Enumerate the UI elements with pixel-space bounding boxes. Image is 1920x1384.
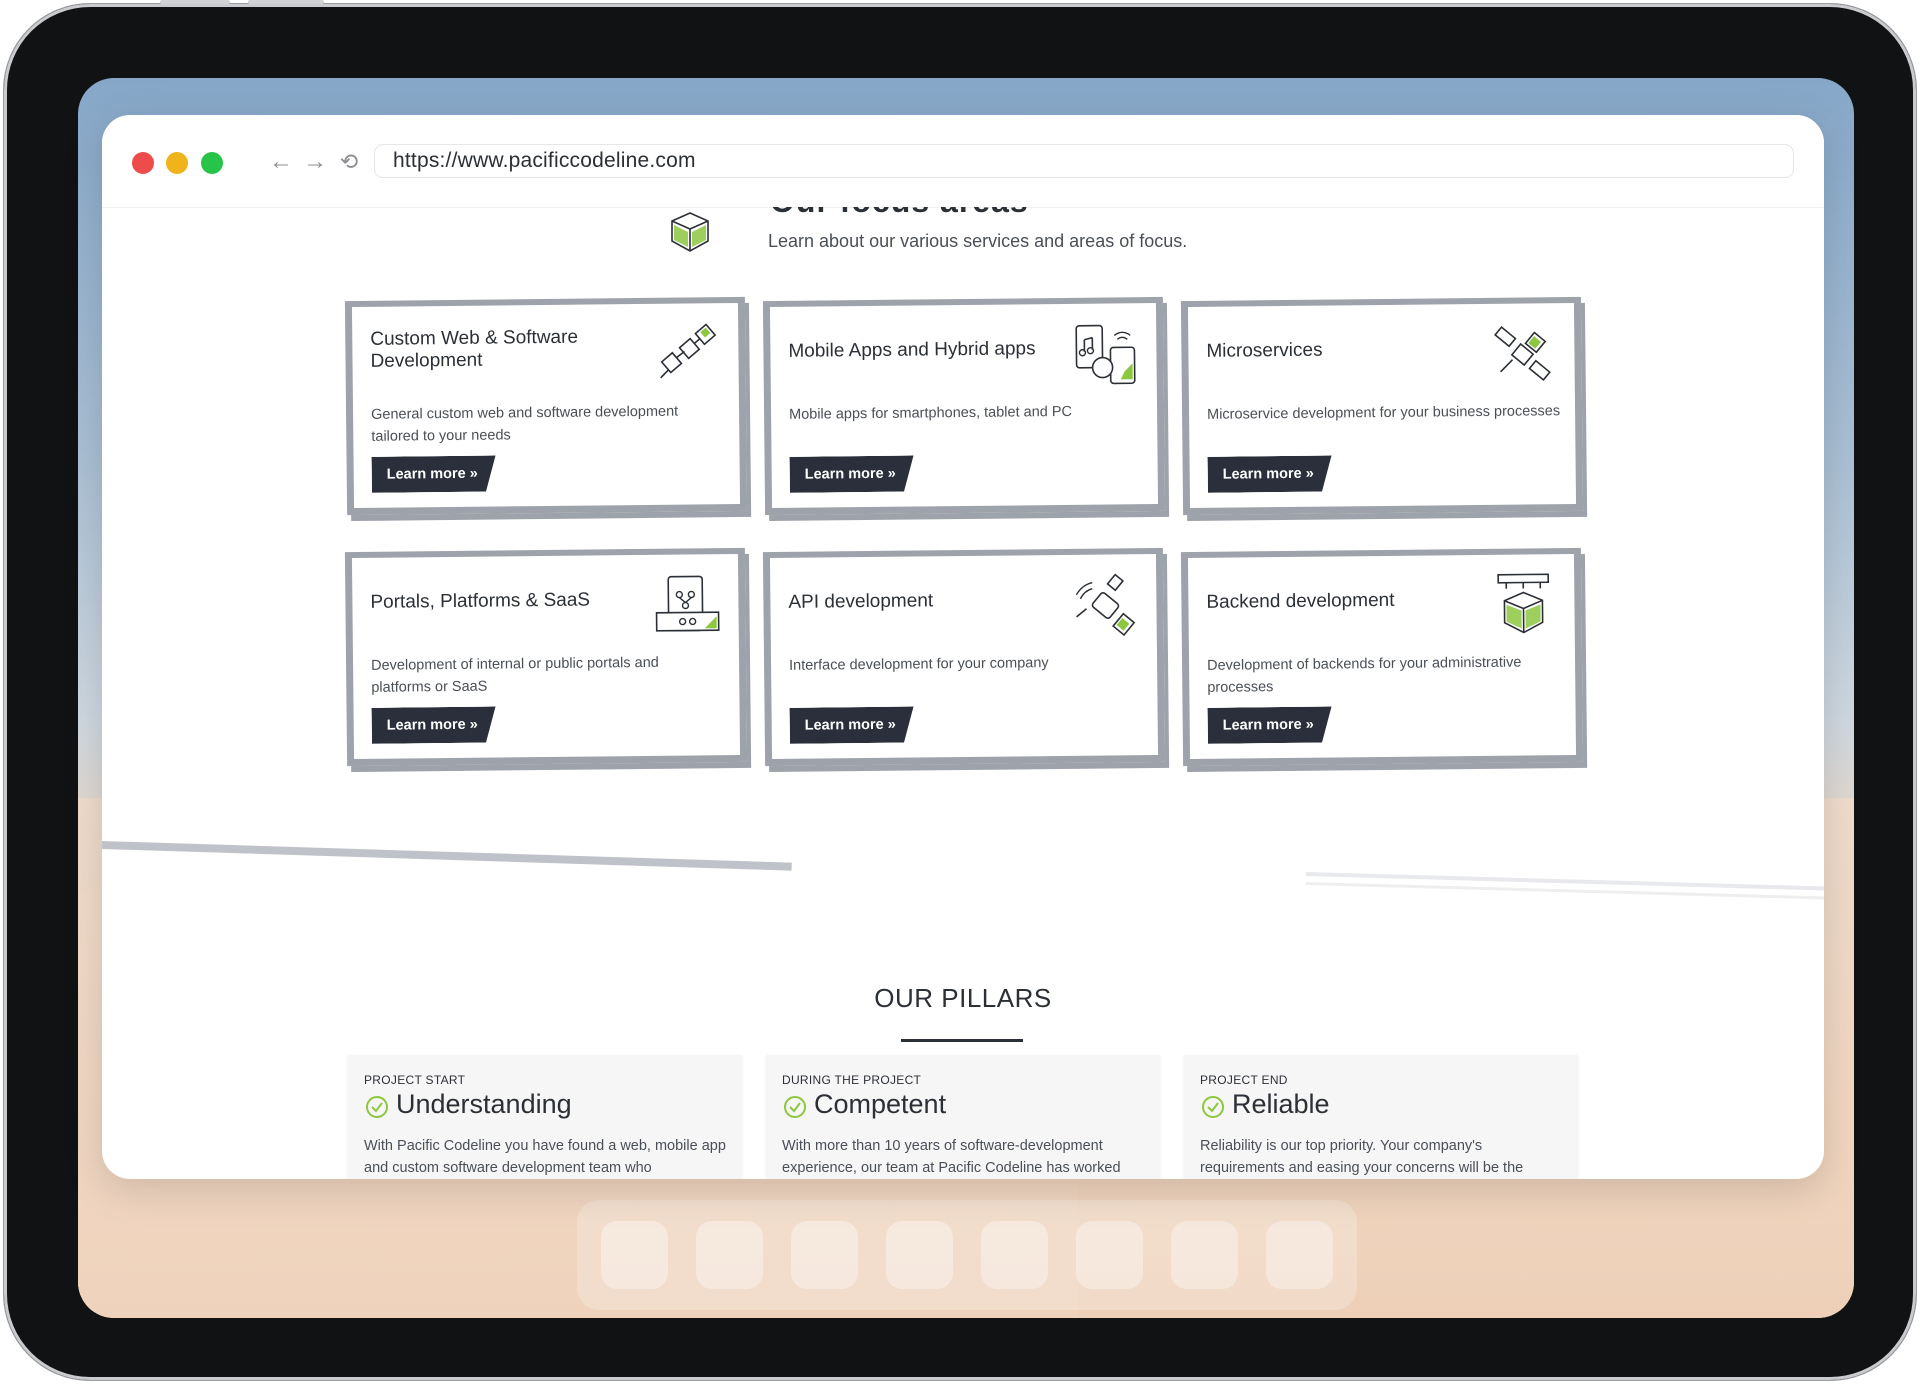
dock-app-7[interactable] (1171, 1221, 1238, 1289)
pillar-kicker: PROJECT END (1200, 1073, 1288, 1087)
dock (577, 1200, 1357, 1310)
dock-app-3[interactable] (791, 1221, 858, 1289)
backend-box-icon (1497, 573, 1550, 634)
card-description: General custom web and software developm… (370, 403, 679, 445)
service-card-portals: Portals, Platforms & SaaS Development of… (344, 547, 748, 767)
browser-window: ← → ⟲ https://www.pacificcodeline.com Ou… (102, 115, 1824, 1179)
learn-more-button[interactable]: Learn more » (790, 707, 914, 744)
check-circle-icon (784, 1096, 806, 1118)
decorative-divider (102, 841, 792, 871)
mobile-devices-icon (1075, 324, 1136, 385)
service-card-backend: Backend development Development of backe… (1180, 547, 1584, 767)
card-description: Development of backends for your adminis… (1206, 654, 1522, 696)
satellite-icon (660, 323, 717, 379)
card-title: Backend development (1206, 589, 1395, 613)
dock-app-6[interactable] (1076, 1221, 1143, 1289)
pillars-title-underline (901, 1039, 1023, 1042)
back-arrow-icon[interactable]: ← (268, 149, 294, 175)
dock-app-5[interactable] (981, 1221, 1048, 1289)
learn-more-button[interactable]: Learn more » (790, 456, 914, 493)
platform-icon (655, 575, 720, 632)
reload-icon[interactable]: ⟲ (336, 149, 362, 175)
satellite-icon (1494, 326, 1551, 382)
pillar-title: Competent (814, 1089, 947, 1119)
tablet-top-button (160, 0, 230, 4)
card-description: Mobile apps for smartphones, tablet and … (788, 403, 1073, 423)
service-card-api: API development Interface development fo… (762, 547, 1166, 767)
maximize-window-button[interactable] (201, 152, 223, 174)
pillar-card-understanding: PROJECT START Understanding With Pacific… (348, 1055, 742, 1179)
card-title: API development (788, 590, 934, 613)
section-subtitle: Learn about our various services and are… (768, 231, 1188, 251)
card-description: Interface development for your company (788, 655, 1049, 674)
card-title: Portals, Platforms & SaaS (370, 589, 591, 613)
dock-app-4[interactable] (886, 1221, 953, 1289)
learn-more-button[interactable]: Learn more » (372, 456, 496, 493)
pillars-title: OUR PILLARS (874, 983, 1052, 1013)
pillar-kicker: PROJECT START (364, 1073, 466, 1087)
page-content: Our focus areas Learn about our various … (102, 207, 1824, 1179)
pillar-title: Reliable (1232, 1089, 1330, 1119)
close-window-button[interactable] (132, 152, 154, 174)
service-card-mobile: Mobile Apps and Hybrid apps Mobile apps … (762, 296, 1166, 516)
card-description: Microservice development for your busine… (1206, 403, 1561, 423)
api-satellite-icon (1075, 573, 1136, 637)
learn-more-button[interactable]: Learn more » (1208, 707, 1332, 744)
card-title: Mobile Apps and Hybrid apps (788, 338, 1036, 362)
learn-more-button[interactable]: Learn more » (1208, 456, 1332, 493)
service-card-web: Custom Web & Software Development Genera… (344, 296, 748, 516)
pillar-title: Understanding (396, 1089, 572, 1119)
decorative-divider (1305, 872, 1824, 892)
card-title: Microservices (1206, 339, 1323, 362)
minimize-window-button[interactable] (166, 152, 188, 174)
service-card-microservices: Microservices Microservice development f… (1180, 296, 1584, 516)
forward-arrow-icon[interactable]: → (302, 149, 328, 175)
dock-app-8[interactable] (1266, 1221, 1333, 1289)
dock-app-2[interactable] (696, 1221, 763, 1289)
browser-toolbar: ← → ⟲ https://www.pacificcodeline.com (102, 115, 1824, 208)
check-circle-icon (366, 1096, 388, 1118)
check-circle-icon (1202, 1096, 1224, 1118)
pillar-description: With Pacific Codeline you have found a w… (364, 1138, 726, 1176)
box-icon (671, 212, 709, 252)
pillar-kicker: DURING THE PROJECT (782, 1073, 922, 1087)
dock-app-1[interactable] (601, 1221, 668, 1289)
address-bar[interactable]: https://www.pacificcodeline.com (374, 144, 1794, 178)
section-heading: Our focus areas (770, 207, 1029, 220)
card-title: Custom Web & Software Development (370, 326, 579, 372)
pillar-card-competent: DURING THE PROJECT Competent With more t… (766, 1055, 1160, 1179)
card-description: Development of internal or public portal… (370, 654, 659, 696)
learn-more-button[interactable]: Learn more » (372, 707, 496, 744)
pillar-card-reliable: PROJECT END Reliable Reliability is our … (1184, 1055, 1578, 1179)
tablet-top-button (248, 0, 324, 4)
pillar-description: With more than 10 years of software-deve… (782, 1138, 1121, 1176)
pillar-description: Reliability is our top priority. Your co… (1200, 1138, 1524, 1176)
